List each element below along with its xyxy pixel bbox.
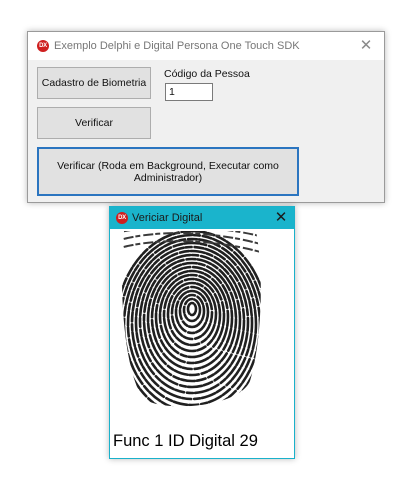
fingerprint-window-title: Vericiar Digital — [132, 212, 203, 224]
app-icon: DX — [37, 40, 49, 52]
verificar-background-button[interactable]: Verificar (Roda em Background, Executar … — [37, 147, 299, 196]
codigo-pessoa-label: Código da Pessoa — [164, 68, 250, 80]
fingerprint-caption: Func 1 ID Digital 29 — [113, 432, 258, 450]
fingerprint-window: DX Vericiar Digital ✕ Func 1 ID Digital … — [109, 206, 295, 459]
close-icon[interactable]: ✕ — [274, 210, 288, 225]
verificar-label: Verificar — [75, 117, 113, 129]
main-title-bar[interactable]: DX Exemplo Delphi e Digital Persona One … — [28, 32, 384, 60]
close-icon[interactable]: ✕ — [359, 38, 373, 53]
fingerprint-title-bar[interactable]: DX Vericiar Digital ✕ — [110, 207, 294, 229]
verificar-background-label: Verificar (Roda em Background, Executar … — [57, 159, 279, 184]
main-window: DX Exemplo Delphi e Digital Persona One … — [27, 31, 385, 203]
cadastro-biometria-button[interactable]: Cadastro de Biometria — [37, 67, 151, 99]
app-icon: DX — [116, 212, 128, 224]
window-title: Exemplo Delphi e Digital Persona One Tou… — [54, 40, 300, 52]
verificar-button[interactable]: Verificar — [37, 107, 151, 139]
fingerprint-image — [116, 231, 264, 413]
cadastro-biometria-label: Cadastro de Biometria — [41, 77, 147, 89]
codigo-pessoa-input[interactable] — [165, 83, 213, 101]
